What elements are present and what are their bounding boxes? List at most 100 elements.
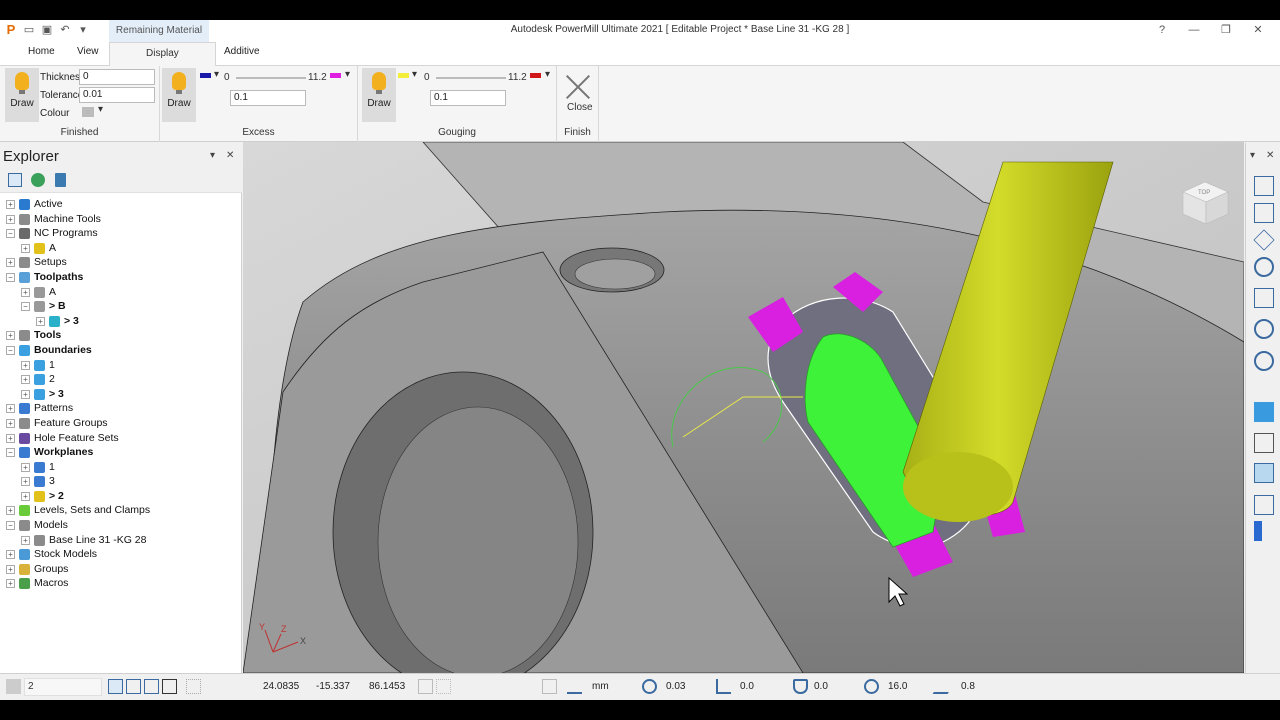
dropdown-icon[interactable]: ▾ (345, 69, 350, 80)
explorer-node[interactable]: + > 2 (0, 489, 242, 504)
expand-icon[interactable]: + (6, 214, 15, 224)
expand-icon[interactable]: + (6, 200, 15, 209)
explorer-node[interactable]: +2 (0, 372, 242, 387)
colour-picker[interactable] (82, 107, 94, 117)
explorer-node[interactable]: + Feature Groups (0, 416, 242, 431)
expand-icon[interactable]: + (21, 389, 30, 399)
explorer-node[interactable]: − Models (0, 518, 242, 533)
tolerance-field[interactable]: 0.01 (79, 87, 155, 103)
view-toolbar-menu-icon[interactable]: ▾ (1250, 150, 1255, 161)
coordinate-mode-icon[interactable] (418, 679, 433, 694)
collapse-icon[interactable]: − (21, 302, 30, 312)
collapse-icon[interactable]: − (6, 345, 15, 355)
delete-icon[interactable] (55, 173, 66, 187)
explorer-node[interactable]: + Machine Tools (0, 212, 242, 227)
close-window-button[interactable]: ✕ (1242, 22, 1274, 38)
zoom-box-icon[interactable] (1254, 319, 1274, 339)
explorer-node[interactable]: + Setups (0, 255, 242, 270)
tab-home[interactable]: Home (28, 46, 55, 57)
collapse-icon[interactable]: − (6, 229, 15, 239)
expand-icon[interactable]: + (6, 331, 15, 341)
help-icon[interactable]: ? (1146, 22, 1178, 38)
measure-icon[interactable] (436, 679, 451, 694)
gouging-max-colour[interactable] (530, 73, 541, 78)
explorer-node[interactable]: + Levels, Sets and Clamps (0, 503, 242, 518)
model-view[interactable]: TOP X Y Z (243, 142, 1244, 673)
explorer-node[interactable]: − Workplanes (0, 445, 242, 460)
expand-icon[interactable]: + (21, 491, 30, 501)
expand-icon[interactable]: + (6, 550, 15, 560)
excess-value-field[interactable]: 0.1 (230, 90, 306, 106)
dropdown-icon[interactable]: ▾ (545, 69, 550, 80)
explorer-node[interactable]: − Boundaries (0, 343, 242, 358)
explorer-menu-icon[interactable]: ▾ (210, 150, 215, 161)
expand-icon[interactable]: + (21, 535, 30, 545)
dropdown-icon[interactable]: ▾ (214, 69, 219, 80)
layout-icon[interactable] (542, 679, 557, 694)
expand-icon[interactable]: + (6, 418, 15, 428)
grid-icon[interactable] (186, 679, 201, 694)
view-iso-icon[interactable] (1254, 176, 1274, 196)
workplane-combo[interactable]: 2 (24, 678, 102, 696)
explorer-node[interactable]: − Toolpaths (0, 270, 242, 285)
expand-icon[interactable]: + (21, 375, 30, 385)
graphics-viewport[interactable]: TOP X Y Z (243, 142, 1244, 673)
wireframe-icon[interactable] (1254, 433, 1274, 453)
tab-display[interactable]: Display (109, 42, 216, 67)
explorer-node[interactable]: + Patterns (0, 401, 242, 416)
pick-icon[interactable] (144, 679, 159, 694)
explorer-node[interactable]: + Hole Feature Sets (0, 431, 242, 446)
explorer-node[interactable]: + Active (0, 197, 242, 212)
expand-icon[interactable]: + (6, 506, 15, 516)
view-front-icon[interactable] (1254, 203, 1274, 223)
excess-draw-button[interactable]: Draw (162, 68, 196, 122)
expand-icon[interactable]: + (21, 477, 30, 487)
colour-dropdown-icon[interactable]: ▾ (98, 104, 103, 115)
expand-icon[interactable]: + (21, 287, 30, 297)
snap-icon[interactable] (108, 679, 123, 694)
tree-view-icon[interactable] (8, 173, 22, 187)
explorer-node[interactable]: +1 (0, 460, 242, 475)
explorer-node[interactable]: + > 3 (0, 314, 242, 329)
expand-icon[interactable]: + (21, 360, 30, 370)
snap-mode-icon[interactable] (126, 679, 141, 694)
view-cube-icon[interactable] (1253, 229, 1275, 251)
excess-max-colour[interactable] (330, 73, 341, 78)
explorer-node[interactable]: + Stock Models (0, 547, 242, 562)
explorer-node[interactable]: +3 (0, 474, 242, 489)
explorer-node[interactable]: + A (0, 285, 242, 300)
expand-icon[interactable]: + (6, 579, 15, 589)
collapse-icon[interactable]: − (6, 448, 15, 458)
dropdown-icon[interactable]: ▾ (412, 69, 417, 80)
globe-icon[interactable] (31, 173, 45, 187)
close-remaining-material-button[interactable]: Close (557, 68, 599, 122)
thickness-field[interactable]: 0 (79, 69, 155, 85)
explorer-node[interactable]: + Macros (0, 576, 242, 591)
plain-shade-icon[interactable] (1254, 463, 1274, 483)
zoom-icon[interactable] (1254, 257, 1274, 277)
zoom-out-icon[interactable] (1254, 351, 1274, 371)
excess-slider[interactable] (236, 77, 306, 79)
explorer-node[interactable]: + > 3 (0, 387, 242, 402)
expand-icon[interactable]: + (21, 243, 30, 253)
explorer-node[interactable]: − NC Programs (0, 226, 242, 241)
gouging-slider[interactable] (436, 77, 506, 79)
tab-additive[interactable]: Additive (224, 46, 260, 57)
expand-icon[interactable]: + (6, 404, 15, 414)
explorer-node[interactable]: + A (0, 241, 242, 256)
pointer-icon[interactable] (1254, 521, 1266, 541)
lock-icon[interactable] (162, 679, 177, 694)
explorer-node[interactable]: + Tools (0, 328, 242, 343)
explorer-node[interactable]: − > B (0, 299, 242, 314)
expand-icon[interactable]: + (21, 462, 30, 472)
explorer-close-icon[interactable]: ✕ (226, 150, 234, 161)
expand-icon[interactable]: + (36, 316, 45, 326)
finished-draw-button[interactable]: Draw (5, 68, 39, 122)
explorer-node[interactable]: +1 (0, 358, 242, 373)
minimize-button[interactable]: — (1178, 22, 1210, 38)
select-icon[interactable] (1254, 495, 1274, 515)
tab-view[interactable]: View (77, 46, 99, 57)
collapse-icon[interactable]: − (6, 272, 15, 282)
gouging-min-colour[interactable] (398, 73, 409, 78)
collapse-icon[interactable]: − (6, 521, 15, 531)
